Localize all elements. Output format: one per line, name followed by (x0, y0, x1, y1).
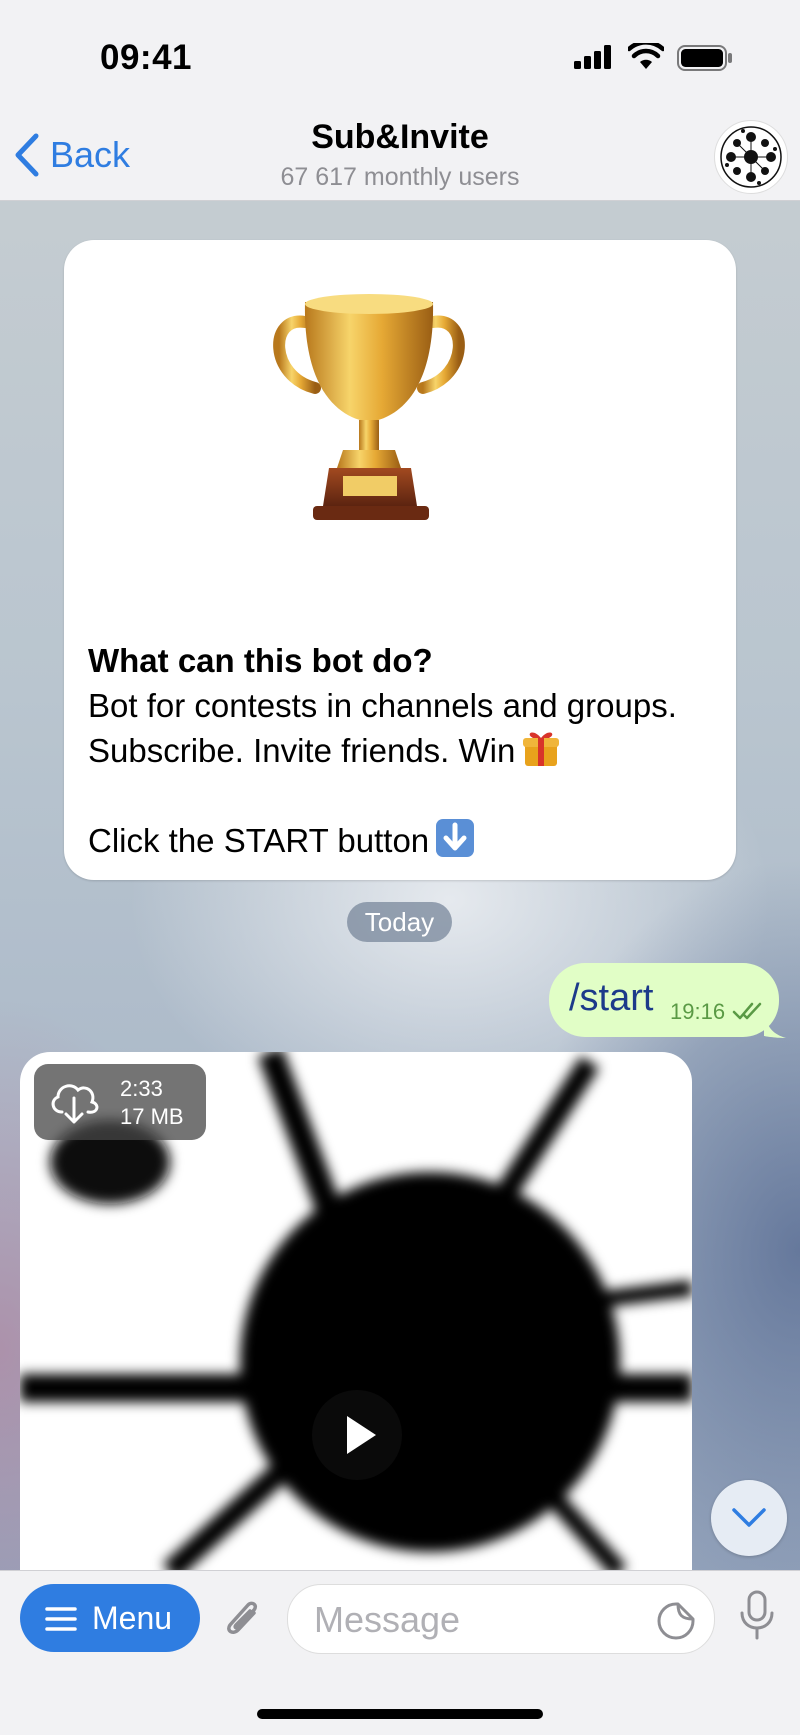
video-message[interactable]: 2:33 17 MB (20, 1052, 692, 1572)
bot-menu-button[interactable]: Menu (20, 1584, 200, 1652)
bot-description-heading: What can this bot do? (88, 642, 433, 679)
play-button[interactable] (312, 1390, 402, 1480)
bot-description-text: What can this bot do? Bot for contests i… (88, 638, 718, 863)
bot-avatar-icon (720, 126, 782, 188)
home-indicator (257, 1709, 543, 1719)
message-input[interactable] (312, 1585, 636, 1655)
message-field[interactable] (287, 1584, 715, 1655)
bot-description-card: What can this bot do? Bot for contests i… (64, 240, 736, 880)
sticker-icon[interactable] (656, 1601, 696, 1641)
microphone-icon[interactable] (738, 1589, 776, 1641)
back-button[interactable]: Back (14, 130, 130, 180)
chat-header: Back Sub&Invite 67 617 monthly users (0, 106, 800, 201)
down-arrow-icon (436, 819, 475, 857)
video-size: 17 MB (120, 1104, 184, 1129)
menu-label: Menu (92, 1600, 173, 1636)
back-label: Back (50, 134, 131, 175)
download-badge[interactable]: 2:33 17 MB (34, 1064, 206, 1140)
bot-description-line3-row: Click the START button (88, 818, 718, 863)
chat-title-area[interactable]: Sub&Invite 67 617 monthly users (200, 118, 600, 192)
bot-avatar[interactable] (714, 120, 788, 194)
date-separator: Today (347, 902, 452, 942)
cellular-signal-icon (574, 45, 611, 69)
bot-description-line2-row: Subscribe. Invite friends. Win (88, 728, 718, 773)
message-text: /start (569, 977, 654, 1019)
cloud-download-icon (51, 1084, 99, 1124)
bot-description-line1: Bot for contests in channels and groups. (88, 687, 677, 724)
gift-icon (523, 732, 560, 766)
scroll-to-bottom-button[interactable] (711, 1480, 787, 1556)
bot-description-line3: Click the START button (88, 822, 430, 859)
status-bar: 09:41 (0, 0, 800, 106)
chat-title: Sub&Invite (311, 118, 489, 156)
bot-description-line2: Subscribe. Invite friends. Win (88, 732, 516, 769)
bubble-tail (764, 1010, 786, 1038)
play-icon (347, 1416, 376, 1454)
battery-icon (677, 45, 732, 71)
chevron-left-icon (15, 133, 39, 177)
chat-subtitle: 67 617 monthly users (280, 163, 520, 191)
wifi-icon (628, 43, 664, 69)
outgoing-message[interactable]: /start 19:16 (549, 963, 779, 1037)
trophy-icon (273, 294, 465, 520)
message-input-bar: Menu (0, 1570, 800, 1735)
message-time: 19:16 (670, 999, 726, 1024)
status-time: 09:41 (100, 38, 193, 77)
chevron-down-icon (732, 1508, 766, 1527)
hamburger-icon (45, 1607, 77, 1631)
paperclip-icon[interactable] (218, 1593, 268, 1643)
double-check-icon (732, 1002, 762, 1020)
video-duration: 2:33 (120, 1076, 163, 1101)
